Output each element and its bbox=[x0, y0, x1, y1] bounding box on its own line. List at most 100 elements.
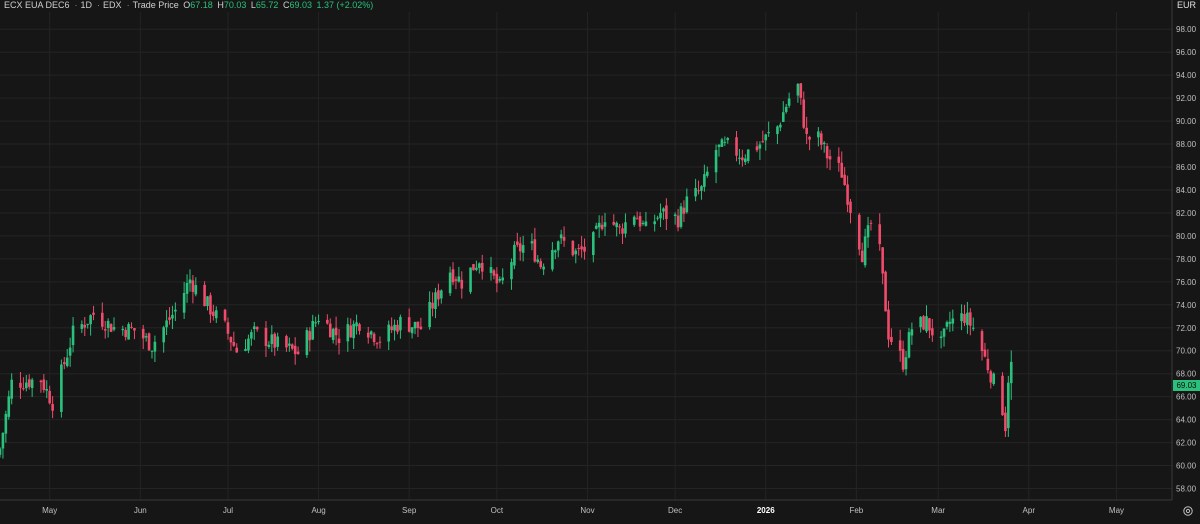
y-tick-label: 62.00 bbox=[1176, 439, 1197, 448]
candle-body bbox=[19, 382, 22, 388]
candle-body bbox=[963, 313, 966, 323]
candle-body bbox=[928, 318, 931, 331]
axes: 58.00 60.00 62.00 64.00 66.00 68.00 70.00 72.00… bbox=[0, 0, 1197, 515]
candle-body bbox=[846, 184, 849, 205]
x-tick-label: Aug bbox=[311, 506, 325, 515]
candle-body bbox=[618, 226, 621, 228]
candle-body bbox=[676, 215, 680, 228]
y-tick-label: 60.00 bbox=[1176, 462, 1197, 471]
candle-body bbox=[293, 345, 297, 355]
candle-body bbox=[469, 267, 472, 292]
legend-symbol[interactable]: ECX EUA DEC6 bbox=[4, 0, 70, 10]
candle-body bbox=[112, 327, 116, 330]
candle-body bbox=[714, 149, 718, 173]
candle-body bbox=[632, 216, 636, 225]
y-tick-label: 88.00 bbox=[1176, 140, 1197, 149]
candle-body bbox=[480, 262, 484, 272]
candle-body bbox=[124, 329, 127, 338]
chart-stage[interactable]: 58.00 60.00 62.00 64.00 66.00 68.00 70.00 72.00… bbox=[0, 0, 1200, 524]
candle-body bbox=[849, 201, 852, 213]
candle-body bbox=[109, 324, 113, 332]
candle-body bbox=[311, 321, 315, 340]
candle-body bbox=[4, 413, 8, 434]
y-tick-label: 72.00 bbox=[1176, 324, 1197, 333]
y-tick-label: 98.00 bbox=[1176, 25, 1197, 34]
candle-body bbox=[226, 322, 230, 334]
candle-body bbox=[489, 267, 493, 273]
candle-body bbox=[735, 137, 738, 156]
candle-body bbox=[638, 216, 642, 227]
candle-body bbox=[407, 317, 411, 332]
candle-body bbox=[784, 106, 788, 112]
candle-body bbox=[387, 324, 391, 342]
candle-body bbox=[328, 323, 332, 338]
candle-body bbox=[103, 329, 107, 331]
candle-body bbox=[615, 222, 618, 228]
candle-body bbox=[592, 232, 595, 255]
candle-body bbox=[738, 157, 741, 159]
candle-body bbox=[290, 344, 294, 349]
y-tick-label: 80.00 bbox=[1176, 232, 1197, 241]
currency-label[interactable]: EUR bbox=[1177, 0, 1196, 11]
candle-body bbox=[475, 267, 478, 270]
candle-body bbox=[583, 246, 586, 252]
candle-body bbox=[326, 319, 329, 324]
candle-body bbox=[901, 349, 905, 370]
candle-body bbox=[235, 347, 239, 353]
price-chart[interactable]: 58.00 60.00 62.00 64.00 66.00 68.00 70.00 72.00… bbox=[0, 0, 1200, 524]
x-tick-label: Oct bbox=[491, 506, 504, 515]
candle-body bbox=[144, 336, 148, 338]
candle-body bbox=[393, 324, 396, 331]
candle-body bbox=[521, 245, 525, 253]
candle-body bbox=[869, 222, 873, 224]
settings-button[interactable] bbox=[1180, 504, 1196, 518]
legend-high-label: H bbox=[217, 0, 224, 10]
candle-body bbox=[922, 316, 925, 330]
candle-body bbox=[454, 279, 458, 281]
candle-body bbox=[229, 337, 233, 343]
candle-body bbox=[232, 341, 236, 346]
candle-body bbox=[147, 333, 151, 351]
candle-body bbox=[223, 309, 227, 321]
candle-body bbox=[358, 324, 361, 331]
last-price-badge: 69.03 bbox=[1173, 380, 1200, 391]
candle-body bbox=[10, 379, 13, 399]
candle-body bbox=[931, 328, 934, 336]
candle-body bbox=[697, 190, 700, 192]
candle-body bbox=[100, 312, 104, 327]
candle-body bbox=[141, 328, 145, 339]
candle-body bbox=[337, 338, 341, 344]
candle-body bbox=[457, 276, 461, 282]
legend-separator-3: · bbox=[126, 0, 130, 10]
candle-body bbox=[83, 324, 87, 328]
candle-body bbox=[346, 324, 350, 342]
candle-body bbox=[577, 248, 580, 250]
y-tick-label: 94.00 bbox=[1176, 71, 1197, 80]
candle-body bbox=[288, 343, 291, 346]
legend-exchange: EDX bbox=[103, 0, 122, 10]
candle-body bbox=[662, 208, 665, 212]
candle-body bbox=[767, 132, 770, 134]
candle-body bbox=[42, 379, 46, 390]
candle-body bbox=[703, 174, 706, 187]
candle-body bbox=[796, 83, 800, 96]
candle-body bbox=[741, 157, 744, 161]
legend-high-value: 70.03 bbox=[223, 0, 247, 10]
candle-body bbox=[191, 280, 195, 292]
candle-body bbox=[45, 389, 49, 391]
candle-body bbox=[942, 328, 946, 337]
candle-body bbox=[498, 278, 502, 281]
candle-body bbox=[720, 139, 724, 147]
candle-body bbox=[206, 296, 209, 306]
legend-close-value: 69.03 bbox=[289, 0, 312, 10]
candle-body bbox=[805, 127, 808, 134]
candle-body bbox=[65, 357, 69, 366]
candle-body bbox=[539, 261, 542, 268]
candle-body bbox=[799, 83, 803, 98]
candle-body bbox=[214, 310, 218, 319]
legend-interval[interactable]: 1D bbox=[81, 0, 93, 10]
candle-body bbox=[580, 246, 583, 250]
candle-body bbox=[881, 247, 884, 274]
candle-body bbox=[980, 331, 984, 352]
candle-body bbox=[308, 331, 312, 341]
